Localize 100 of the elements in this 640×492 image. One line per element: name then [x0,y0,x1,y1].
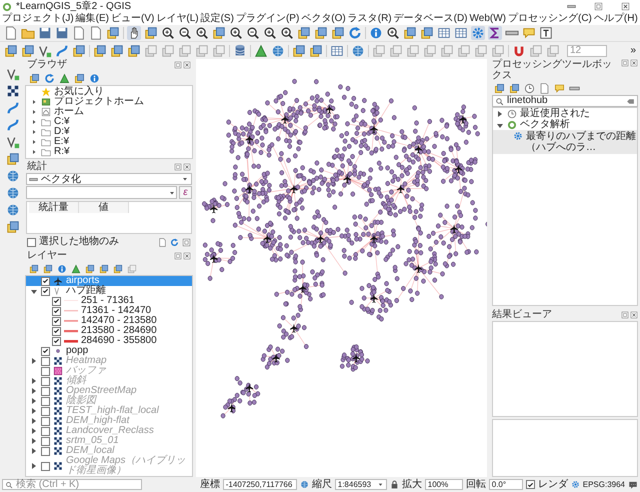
expand-arrow-icon[interactable] [30,427,38,435]
layer-icon[interactable] [127,44,141,58]
layer-icon[interactable] [93,44,107,58]
layer-icon[interactable] [110,44,124,58]
triangle-icon[interactable] [59,72,70,84]
zoom-in-icon[interactable] [229,26,243,40]
column-header[interactable]: 値 [79,202,129,213]
expand-arrow-icon[interactable] [30,387,38,395]
sigma-icon[interactable] [488,26,502,40]
checkbox[interactable] [52,336,61,346]
layer-icon[interactable] [331,26,345,40]
checkbox[interactable] [41,436,50,446]
expand-arrow-icon[interactable] [30,417,38,425]
checkbox[interactable] [526,480,535,489]
menu-item[interactable]: プロジェクト(J) [2,13,74,25]
checkbox[interactable] [41,446,50,456]
menu-item[interactable]: ビュー(V) [111,13,154,25]
checkbox[interactable] [41,356,50,366]
overflow-button[interactable]: » [630,43,636,58]
scale-dropdown[interactable]: 1:846593 [334,479,387,490]
line-layer-icon[interactable] [6,67,20,81]
tree-item[interactable]: D:¥ [54,127,70,137]
line-layer-icon[interactable] [38,44,52,58]
menu-item[interactable]: データベース(D) [394,13,468,25]
menu-item[interactable]: プラグイン(P) [236,13,300,25]
info-icon[interactable] [369,26,383,40]
checkbox[interactable] [41,286,50,296]
info-icon[interactable] [57,264,67,274]
close-icon[interactable] [630,59,638,67]
menu-item[interactable]: ラスタ(R) [348,13,392,25]
grid-layer-icon[interactable] [6,84,20,98]
expand-arrow-icon[interactable] [30,462,38,470]
checkbox[interactable] [52,326,61,336]
refresh-icon[interactable] [348,26,362,40]
layer-icon[interactable] [29,72,40,84]
checkbox[interactable] [41,366,50,376]
close-icon[interactable] [183,163,191,171]
field-dropdown[interactable] [26,186,177,199]
zoom-out-icon[interactable] [178,26,192,40]
layer-icon[interactable] [6,220,20,234]
expand-arrow-icon[interactable] [30,407,38,415]
close-icon[interactable] [621,2,630,11]
text-box-icon[interactable] [539,26,553,40]
expand-arrow-icon[interactable] [30,437,38,445]
magnifier-field[interactable]: 100% [424,479,463,490]
layer-icon[interactable] [212,26,226,40]
zoom-out-icon[interactable] [246,26,260,40]
expand-arrow-icon[interactable] [30,357,38,365]
layer-icon[interactable] [420,26,434,40]
magnet-icon[interactable] [512,44,526,58]
checkbox[interactable] [41,276,50,286]
checkbox[interactable] [41,396,50,406]
column-header[interactable]: 統計量 [29,202,79,213]
expand-arrow-icon[interactable] [30,377,38,385]
curve-icon[interactable] [6,118,20,132]
curve-icon[interactable] [55,44,69,58]
menu-item[interactable]: ベクタ(O) [301,13,346,25]
coordinate-field[interactable]: -1407250,7117766 [222,479,297,490]
layer-icon[interactable] [309,44,323,58]
menu-item[interactable]: レイヤ(L) [156,13,199,25]
layer-icon[interactable] [144,26,158,40]
checkbox[interactable] [41,346,50,356]
gear-icon[interactable] [570,480,580,489]
tree-item[interactable]: ベクタ解析 [520,120,570,130]
zoom-in-icon[interactable] [386,26,400,40]
message-icon[interactable] [628,480,638,490]
algorithm-row[interactable]: 最寄りのハブまでの距離（ハブへのラ… [493,130,637,154]
layer-icon[interactable] [21,44,35,58]
layer-icon[interactable] [74,72,85,84]
page-icon[interactable] [158,238,167,246]
checkbox[interactable] [27,238,36,246]
globe-icon[interactable] [6,203,20,217]
checkbox[interactable] [41,426,50,436]
zoom-in-icon[interactable] [195,26,209,40]
globe-icon[interactable] [6,186,20,200]
crs-button[interactable]: EPSG:3964 [582,478,625,490]
speech-bubble-icon[interactable] [554,82,565,94]
menu-item[interactable]: プロセッシング(C) [508,13,592,25]
expand-arrow-icon[interactable] [30,397,38,405]
checkbox[interactable] [41,462,50,470]
zoom-in-icon[interactable] [280,26,294,40]
locator-search-field[interactable]: 検索 (Ctrl + K) [2,479,142,490]
menu-item[interactable]: 設定(S) [200,13,234,25]
curve-icon[interactable] [6,101,20,115]
globe-icon[interactable] [271,44,285,58]
rotation-field[interactable]: 0.0° [488,479,523,490]
menu-item[interactable]: Web(W) [470,13,506,25]
checkbox[interactable] [41,406,50,416]
refresh-icon[interactable] [44,72,55,84]
layer-icon[interactable] [72,44,86,58]
tree-item[interactable]: R:¥ [54,147,70,157]
layer-icon[interactable] [297,26,311,40]
save-icon[interactable] [38,26,52,40]
info-icon[interactable] [89,72,100,84]
menu-item[interactable]: 編集(E) [76,13,110,25]
float-icon[interactable] [594,2,603,11]
expression-button[interactable]: ε [179,186,192,199]
refresh-icon[interactable] [170,238,179,246]
tree-item[interactable]: C:¥ [54,117,70,127]
triangle-icon[interactable] [71,264,81,274]
